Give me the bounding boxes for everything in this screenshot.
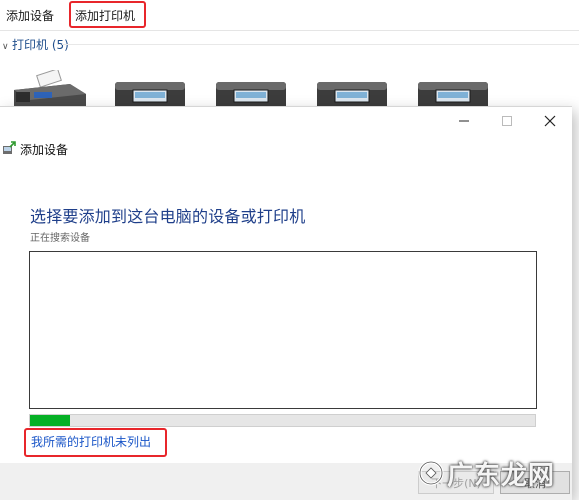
search-progress-fill [30, 415, 71, 426]
chevron-down-icon: ∨ [2, 42, 9, 52]
watermark-text: 广东龙网 [447, 461, 556, 491]
section-divider [62, 44, 579, 45]
printer-icon[interactable] [315, 78, 389, 110]
toolbar-divider [0, 30, 579, 31]
dialog-heading: 选择要添加到这台电脑的设备或打印机 [30, 207, 306, 226]
link-highlight [24, 428, 167, 457]
printer-icon[interactable] [113, 78, 187, 110]
add-printer-highlight [69, 1, 146, 28]
search-status: 正在搜索设备 [30, 233, 90, 244]
close-button[interactable] [528, 107, 572, 135]
dialog-title: 添加设备 [20, 143, 69, 157]
close-icon [544, 115, 556, 127]
printers-section-header[interactable]: ∨ 打印机 (5) [0, 36, 69, 53]
maximize-icon [502, 116, 512, 126]
minimize-icon [459, 120, 469, 122]
add-device-icon [3, 141, 16, 154]
search-progress-bar [29, 414, 536, 427]
maximize-button[interactable] [485, 107, 529, 135]
add-device-dialog: 添加设备 选择要添加到这台电脑的设备或打印机 正在搜索设备 我所需的打印机未列出… [0, 107, 572, 500]
add-device-button[interactable]: 添加设备 [6, 7, 54, 24]
device-list[interactable] [29, 251, 537, 409]
watermark-logo-icon [418, 460, 444, 486]
minimize-button[interactable] [442, 107, 486, 135]
printer-icon[interactable] [214, 78, 288, 110]
devices-toolbar: 添加设备 添加打印机 [0, 0, 579, 30]
printers-section-label: 打印机 (5) [12, 38, 69, 52]
printer-icon[interactable] [416, 78, 490, 110]
fax-printer-icon[interactable] [10, 70, 88, 110]
